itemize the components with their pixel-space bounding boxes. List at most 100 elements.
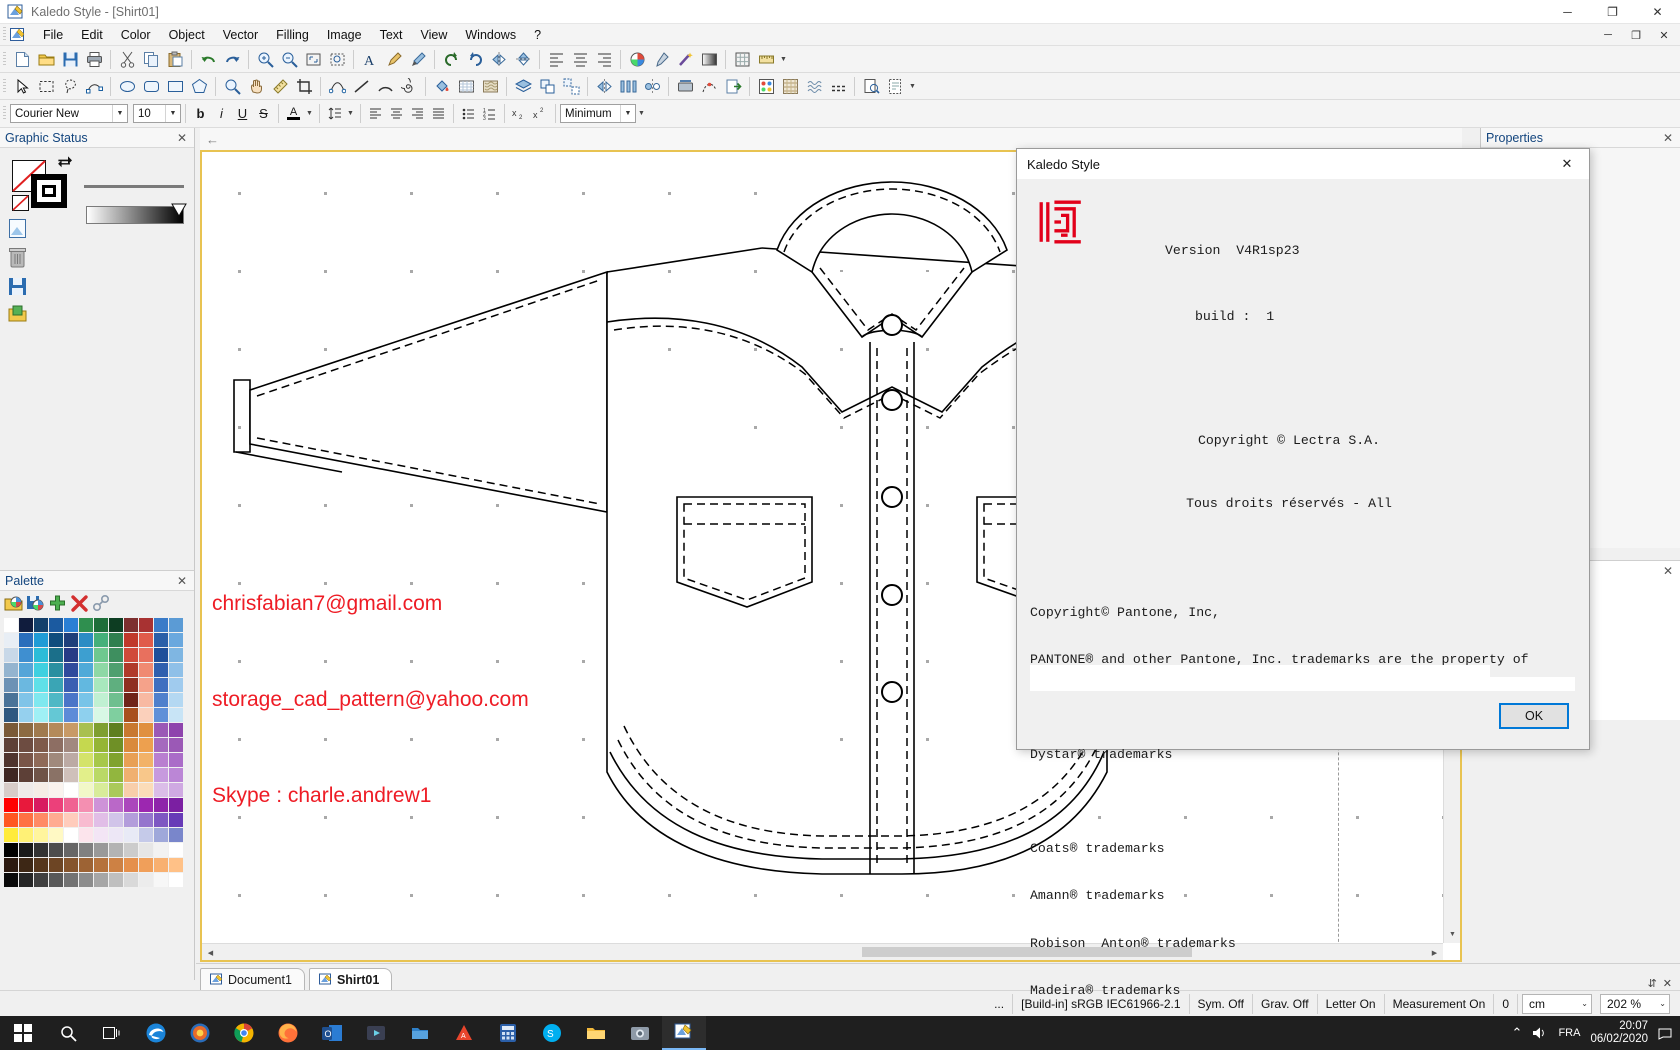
color-swatch[interactable] bbox=[169, 783, 183, 797]
firefox-icon[interactable] bbox=[266, 1016, 310, 1050]
color-swatch[interactable] bbox=[124, 843, 138, 857]
toolbar-grip[interactable] bbox=[3, 51, 6, 67]
trace-icon[interactable] bbox=[697, 75, 721, 98]
save-palette-icon[interactable] bbox=[26, 594, 45, 613]
color-swatch[interactable] bbox=[79, 693, 93, 707]
menu-vector[interactable]: Vector bbox=[214, 26, 267, 44]
color-swatch[interactable] bbox=[154, 768, 168, 782]
zoom-in-icon[interactable] bbox=[253, 48, 277, 71]
delete-color-icon[interactable] bbox=[70, 594, 89, 613]
lasso-icon[interactable] bbox=[58, 75, 82, 98]
color-swatch[interactable] bbox=[139, 693, 153, 707]
color-swatch[interactable] bbox=[49, 708, 63, 722]
grid-icon[interactable] bbox=[730, 48, 754, 71]
zoom-region-icon[interactable] bbox=[325, 48, 349, 71]
spacing-combo[interactable]: Minimum ▼ bbox=[560, 104, 636, 123]
crop-icon[interactable] bbox=[292, 75, 316, 98]
skype-icon[interactable]: S bbox=[530, 1016, 574, 1050]
color-swatch[interactable] bbox=[79, 633, 93, 647]
align-center-icon[interactable] bbox=[568, 48, 592, 71]
mirror-icon[interactable] bbox=[592, 75, 616, 98]
color-swatch[interactable] bbox=[139, 678, 153, 692]
menu-grip[interactable] bbox=[3, 27, 6, 42]
arc-icon[interactable] bbox=[373, 75, 397, 98]
rotate-right-icon[interactable] bbox=[463, 48, 487, 71]
color-swatch[interactable] bbox=[94, 858, 108, 872]
cut-icon[interactable] bbox=[115, 48, 139, 71]
color-swatch[interactable] bbox=[139, 813, 153, 827]
color-swatch[interactable] bbox=[94, 708, 108, 722]
color-swatch[interactable] bbox=[49, 798, 63, 812]
color-swatch[interactable] bbox=[154, 708, 168, 722]
color-swatch[interactable] bbox=[34, 648, 48, 662]
color-swatch[interactable] bbox=[64, 633, 78, 647]
menu-color[interactable]: Color bbox=[112, 26, 160, 44]
outlook-icon[interactable]: O bbox=[310, 1016, 354, 1050]
toolbar3-grip[interactable] bbox=[3, 106, 6, 121]
color-swatch[interactable] bbox=[109, 873, 123, 887]
add-color-icon[interactable] bbox=[48, 594, 67, 613]
color-swatch[interactable] bbox=[4, 858, 18, 872]
color-swatch[interactable] bbox=[124, 873, 138, 887]
color-swatch[interactable] bbox=[4, 873, 18, 887]
color-swatch[interactable] bbox=[49, 633, 63, 647]
color-swatch[interactable] bbox=[109, 768, 123, 782]
color-swatch[interactable] bbox=[64, 798, 78, 812]
color-swatch[interactable] bbox=[169, 813, 183, 827]
strikethrough-button[interactable]: S bbox=[253, 103, 274, 124]
save-icon[interactable] bbox=[58, 48, 82, 71]
explorer-blue-icon[interactable] bbox=[398, 1016, 442, 1050]
color-swatch[interactable] bbox=[19, 648, 33, 662]
color-swatch[interactable] bbox=[34, 843, 48, 857]
toolbar-overflow-chevron-icon[interactable]: ▼ bbox=[636, 102, 647, 125]
menu-object[interactable]: Object bbox=[160, 26, 214, 44]
color-swatch[interactable] bbox=[79, 708, 93, 722]
brush-tool-icon[interactable] bbox=[406, 48, 430, 71]
ellipse-icon[interactable] bbox=[115, 75, 139, 98]
color-swatch[interactable] bbox=[139, 873, 153, 887]
color-swatch[interactable] bbox=[79, 738, 93, 752]
color-swatch[interactable] bbox=[4, 828, 18, 842]
color-swatch[interactable] bbox=[139, 663, 153, 677]
gradient-icon[interactable] bbox=[697, 48, 721, 71]
color-swatch[interactable] bbox=[4, 663, 18, 677]
export-icon[interactable] bbox=[721, 75, 745, 98]
color-swatch[interactable] bbox=[34, 738, 48, 752]
start-icon[interactable] bbox=[0, 1016, 46, 1050]
color-swatch[interactable] bbox=[19, 693, 33, 707]
zoom-select[interactable]: 202 % ⌄ bbox=[1600, 993, 1670, 1014]
stitch-icon[interactable] bbox=[826, 75, 850, 98]
menu-windows[interactable]: Windows bbox=[456, 26, 525, 44]
color-swatch[interactable] bbox=[94, 678, 108, 692]
pan-hand-icon[interactable] bbox=[244, 75, 268, 98]
chevron-down-icon[interactable]: ▼ bbox=[620, 105, 635, 122]
color-swatch[interactable] bbox=[124, 708, 138, 722]
color-swatch[interactable] bbox=[4, 738, 18, 752]
color-swatch[interactable] bbox=[124, 618, 138, 632]
color-swatch[interactable] bbox=[79, 783, 93, 797]
file-explorer-icon[interactable] bbox=[574, 1016, 618, 1050]
back-arrow-icon[interactable]: ← bbox=[206, 132, 219, 147]
color-swatch[interactable] bbox=[19, 858, 33, 872]
toolbar-overflow-chevron-icon[interactable]: ▼ bbox=[907, 75, 918, 98]
color-swatch[interactable] bbox=[79, 858, 93, 872]
color-swatch[interactable] bbox=[154, 828, 168, 842]
color-swatch[interactable] bbox=[169, 753, 183, 767]
color-swatch[interactable] bbox=[4, 648, 18, 662]
color-swatch[interactable] bbox=[169, 843, 183, 857]
color-swatch[interactable] bbox=[49, 813, 63, 827]
document-tab-shirt01[interactable]: Shirt01 bbox=[308, 968, 393, 990]
task-view-icon[interactable] bbox=[90, 1016, 134, 1050]
color-swatch[interactable] bbox=[94, 723, 108, 737]
color-swatch[interactable] bbox=[169, 798, 183, 812]
color-swatch[interactable] bbox=[124, 648, 138, 662]
color-swatch[interactable] bbox=[19, 723, 33, 737]
color-swatch[interactable] bbox=[139, 633, 153, 647]
color-swatch[interactable] bbox=[64, 783, 78, 797]
color-swatch[interactable] bbox=[64, 663, 78, 677]
color-swatch[interactable] bbox=[154, 738, 168, 752]
calculator-icon[interactable] bbox=[486, 1016, 530, 1050]
color-swatch[interactable] bbox=[79, 828, 93, 842]
kaledo-icon[interactable] bbox=[662, 1016, 706, 1050]
underline-button[interactable]: U bbox=[232, 103, 253, 124]
